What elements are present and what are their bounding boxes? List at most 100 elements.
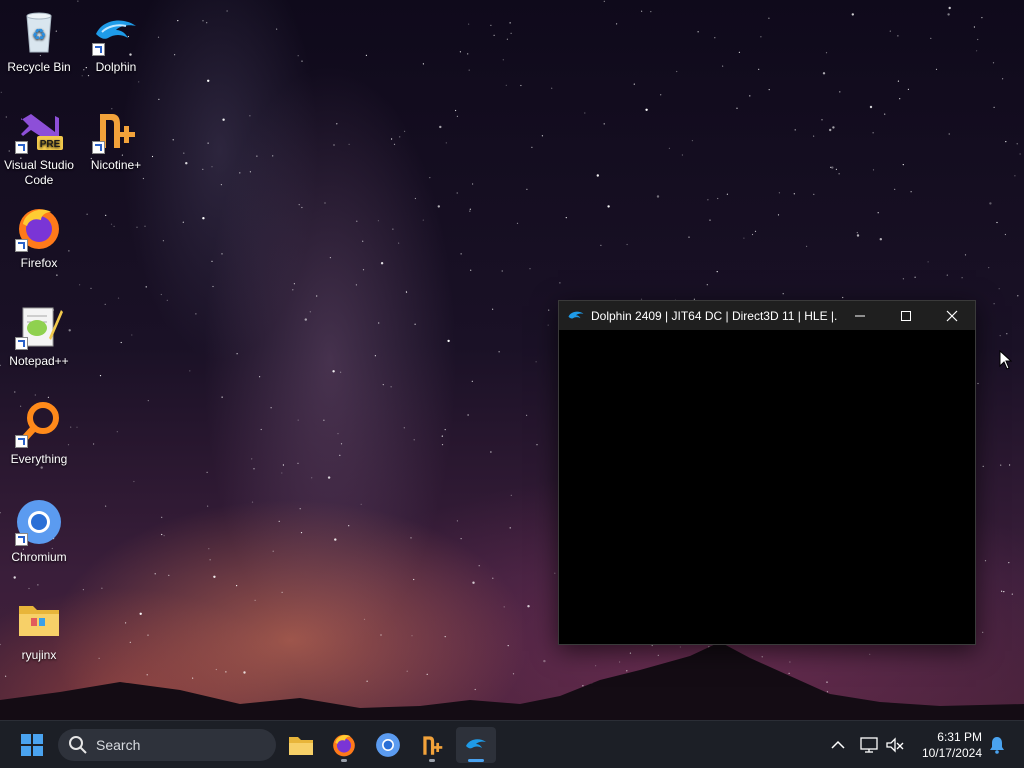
star [297,462,299,464]
taskbar-dolphin[interactable] [456,727,496,763]
star [422,219,424,221]
desktop-icon-dolphin[interactable]: Dolphin [78,8,154,75]
star [603,123,605,125]
star [304,318,307,321]
star [676,70,678,73]
star [726,193,729,195]
vscode-icon: PRE [15,106,63,154]
star [490,24,492,26]
star [393,143,396,145]
start-button[interactable] [12,727,52,763]
star [206,22,208,24]
star [490,451,492,453]
taskbar-nicotine[interactable] [412,727,452,763]
star [249,115,251,117]
star [410,537,412,539]
star [793,193,795,195]
star [554,572,556,574]
star [456,520,458,522]
star [213,575,216,578]
desktop-icon-nicotine[interactable]: Nicotine+ [78,106,154,173]
star [714,37,716,39]
star [889,30,891,32]
taskbar-chromium[interactable] [368,727,408,763]
star [414,323,416,325]
desktop-icon-recycle-bin[interactable]: ♻ Recycle Bin [1,8,77,75]
star [136,226,138,228]
clock-date: 10/17/2024 [921,746,982,760]
shortcut-arrow-icon [15,435,28,448]
star [147,400,149,402]
desktop-icon-firefox[interactable]: Firefox [1,204,77,271]
star [460,538,462,540]
desktop-icon-notepadpp[interactable]: Notepad++ [1,302,77,369]
star [872,132,874,134]
star [516,222,519,224]
star [398,242,400,244]
star [981,17,983,19]
star [633,83,635,85]
notepad-plus-plus-icon [15,302,63,350]
star [758,68,760,70]
window-titlebar[interactable]: Dolphin 2409 | JIT64 DC | Direct3D 11 | … [559,301,975,330]
star [600,244,602,246]
star [340,443,343,445]
star [927,261,929,263]
taskbar: Search 6:31 PM 10/17/2024 [0,720,1024,768]
star [270,407,272,409]
star [469,210,471,212]
chevron-up-icon [831,740,845,749]
star [447,339,450,343]
taskbar-search[interactable]: Search [58,729,276,761]
star [768,89,770,91]
dolphin-window[interactable]: Dolphin 2409 | JIT64 DC | Direct3D 11 | … [558,300,976,645]
star [79,284,81,286]
star [183,152,185,154]
taskbar-firefox[interactable] [324,727,364,763]
system-clock[interactable]: 6:31 PM 10/17/2024 [914,729,982,761]
star [239,172,241,174]
star [509,527,511,529]
star [472,183,474,185]
clock-time: 6:31 PM [937,730,982,744]
star [641,10,643,12]
star [323,419,325,421]
folder-icon [15,596,63,644]
star [309,311,311,313]
notification-center-button[interactable] [985,733,1009,757]
star [478,565,480,567]
star [37,584,39,586]
star [660,94,662,96]
star [993,106,995,108]
network-button[interactable] [857,733,881,757]
maximize-button[interactable] [883,301,929,330]
star [498,351,500,353]
taskbar-file-explorer[interactable] [281,727,321,763]
desktop-icon-label: Nicotine+ [90,158,142,172]
volume-button[interactable] [883,733,907,757]
star [211,166,213,168]
star [272,550,274,552]
star [177,20,179,22]
star [977,382,979,385]
star [362,269,365,271]
star [650,11,652,13]
desktop-icon-ryujinx[interactable]: ryujinx [1,596,77,663]
star [0,91,2,93]
desktop-icon-everything[interactable]: Everything [1,400,77,467]
desktop-icon-chromium[interactable]: Chromium [1,498,77,565]
star [256,155,258,157]
render-area[interactable] [559,330,975,643]
minimize-button[interactable] [837,301,883,330]
star [413,578,415,581]
star [441,435,443,437]
show-hidden-icons-button[interactable] [826,733,850,757]
desktop-icon-vscode[interactable]: PRE Visual Studio Code [1,106,77,188]
star [392,228,394,230]
mouse-cursor-icon [999,350,1013,370]
star [907,88,910,90]
desktop-icon-label: Notepad++ [9,354,69,368]
close-button[interactable] [929,301,975,330]
star [93,443,95,445]
star [251,501,254,503]
